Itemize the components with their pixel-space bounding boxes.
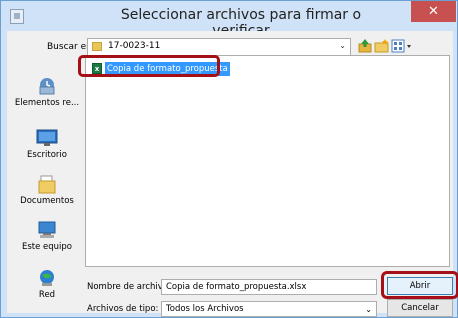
filetype-label: Archivos de tipo: — [87, 304, 159, 314]
sidebar-item-label: Elementos re... — [14, 98, 80, 108]
cancel-button[interactable]: Cancelar — [387, 299, 453, 317]
folder-icon — [92, 42, 102, 51]
chevron-down-icon: ⌄ — [365, 305, 372, 314]
sidebar-item-recent[interactable]: Elementos re... — [7, 77, 87, 108]
new-folder-icon[interactable] — [374, 38, 390, 54]
lookin-combobox[interactable]: 17-0023-11 ⌄ — [87, 38, 351, 56]
filename-label: Nombre de archivo: — [87, 282, 171, 292]
filename-input[interactable]: Copia de formato_propuesta.xlsx — [161, 279, 377, 295]
file-chooser-dialog: Seleccionar archivos para firmar o verif… — [0, 0, 458, 318]
sidebar-item-documents[interactable]: Documentos — [7, 175, 87, 206]
places-sidebar: Elementos re... Escritorio Documentos Es… — [7, 57, 87, 309]
close-button[interactable]: ✕ — [411, 1, 456, 22]
sidebar-item-label: Este equipo — [21, 242, 73, 252]
annotation-highlight-file — [78, 55, 220, 77]
lookin-value: 17-0023-11 — [108, 41, 161, 51]
desktop-icon — [36, 129, 58, 147]
sidebar-item-label: Red — [38, 290, 56, 300]
sidebar-item-desktop[interactable]: Escritorio — [7, 129, 87, 160]
up-folder-icon[interactable] — [357, 38, 373, 54]
filetype-select[interactable]: Todos los Archivos ⌄ — [161, 301, 377, 317]
app-icon — [10, 9, 24, 24]
chevron-down-icon: ⌄ — [339, 41, 346, 50]
file-list[interactable]: x Copia de formato_propuesta — [85, 55, 450, 267]
sidebar-item-computer[interactable]: Este equipo — [7, 221, 87, 252]
documents-icon — [37, 175, 57, 194]
filetype-value: Todos los Archivos — [166, 304, 244, 314]
recent-items-icon — [37, 77, 57, 95]
title-bar[interactable]: Seleccionar archivos para firmar o verif… — [1, 1, 457, 39]
view-menu-icon[interactable] — [391, 38, 413, 54]
annotation-highlight-open — [381, 271, 458, 299]
network-icon — [37, 269, 57, 287]
computer-icon — [37, 221, 57, 239]
sidebar-item-label: Documentos — [20, 196, 74, 206]
sidebar-item-label: Escritorio — [27, 150, 67, 160]
sidebar-item-network[interactable]: Red — [7, 269, 87, 300]
